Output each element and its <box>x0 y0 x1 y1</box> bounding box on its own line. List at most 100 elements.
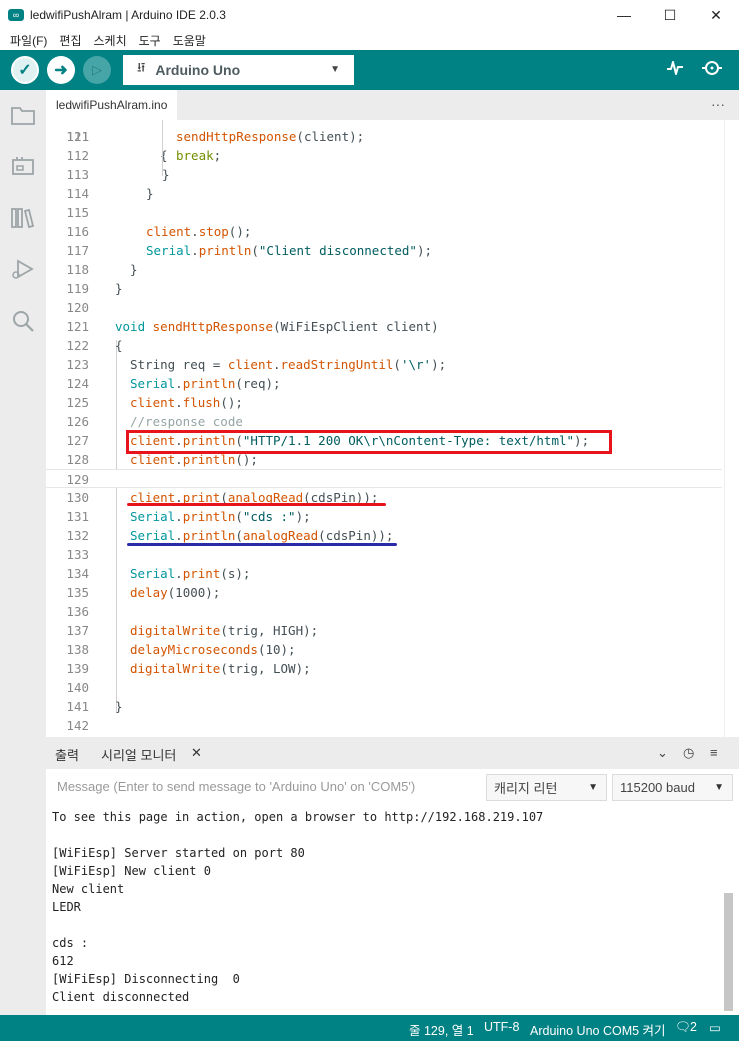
line-number: 129 <box>66 472 89 487</box>
menu-tools[interactable]: 도구 <box>133 32 167 49</box>
activity-sidebar <box>0 90 46 1015</box>
chevron-double-down-icon[interactable]: ⌄ <box>657 745 668 761</box>
code-line: 123 String req = client.readStringUntil('… <box>46 355 722 374</box>
code-text: digitalWrite(trig, HIGH); <box>130 623 319 638</box>
status-bar: 줄 129, 열 1 UTF-8 Arduino Uno COM5 켜기 🗨 2… <box>0 1015 739 1041</box>
blue-underline <box>127 543 397 546</box>
code-text: digitalWrite(trig, LOW); <box>130 661 311 676</box>
serial-line: [WiFiEsp] Server started on port 80 <box>52 846 305 860</box>
line-number: 126 <box>66 414 89 429</box>
line-number: 112 <box>66 148 89 163</box>
serial-plotter-icon[interactable] <box>665 58 685 83</box>
code-line: 125 client.flush(); <box>46 393 722 412</box>
file-encoding[interactable]: UTF-8 <box>484 1020 519 1034</box>
board-selector[interactable]: ⭿ Arduino Uno ▼ <box>123 55 354 85</box>
line-number: 114 <box>66 186 89 201</box>
maximize-button[interactable]: ☐ <box>647 0 693 30</box>
timestamp-icon[interactable]: ◷ <box>683 745 694 761</box>
editor-scrollbar[interactable] <box>724 120 739 737</box>
code-text: void sendHttpResponse(WiFiEspClient clie… <box>115 319 439 334</box>
tab-serial-monitor[interactable]: 시리얼 모니터 <box>101 745 176 764</box>
code-editor[interactable]: 121 { 111 sendHttpResponse(client); 112 bre… <box>46 120 739 737</box>
line-number: 121 <box>66 319 89 334</box>
minimize-button[interactable]: — <box>601 0 647 30</box>
panel-tab-bar: 출력 시리얼 모니터 ✕ ⌄ ◷ ≡ <box>46 737 739 769</box>
code-line: 118} <box>46 260 722 279</box>
usb-icon: ⭿ <box>137 60 146 75</box>
tab-output[interactable]: 출력 <box>55 745 79 764</box>
title-bar: ∞ ledwifiPushAlram | Arduino IDE 2.0.3 —… <box>0 0 739 30</box>
more-icon[interactable]: ··· <box>711 96 725 112</box>
line-number: 123 <box>66 357 89 372</box>
menu-edit[interactable]: 편집 <box>53 32 87 49</box>
verify-button[interactable]: ✓ <box>11 56 39 84</box>
code-text: } <box>162 167 170 182</box>
code-line: 122 { <box>46 336 722 355</box>
menu-sketch[interactable]: 스케치 <box>88 32 133 49</box>
editor-tab-bar: ledwifiPushAlram.ino ··· <box>46 90 739 120</box>
code-line: 139 digitalWrite(trig, LOW); <box>46 659 722 678</box>
line-ending-select[interactable]: 캐리지 리턴 ▼ <box>486 774 607 801</box>
library-icon[interactable] <box>10 205 36 231</box>
board-status[interactable]: Arduino Uno COM5 켜기 <box>530 1020 666 1039</box>
baud-rate-select[interactable]: 115200 baud ▼ <box>612 774 733 801</box>
chevron-down-icon: ▼ <box>330 64 340 75</box>
close-button[interactable]: ✕ <box>693 0 739 30</box>
cursor-position[interactable]: 줄 129, 열 1 <box>409 1020 474 1039</box>
code-line: 137 digitalWrite(trig, HIGH); <box>46 621 722 640</box>
serial-scrollbar[interactable] <box>724 893 733 1011</box>
code-text: } <box>115 281 123 296</box>
serial-line: cds : <box>52 936 89 950</box>
line-number: 119 <box>66 281 89 296</box>
infinity-icon: ∞ <box>8 9 24 21</box>
tab-sketch-file[interactable]: ledwifiPushAlram.ino <box>46 90 178 120</box>
debug-icon[interactable] <box>10 256 36 282</box>
line-number: 140 <box>66 680 89 695</box>
line-number: 134 <box>66 566 89 581</box>
code-line: 113} <box>46 165 722 184</box>
code-line: 115 <box>46 203 722 222</box>
line-number: 138 <box>66 642 89 657</box>
serial-monitor-icon[interactable] <box>700 58 724 83</box>
clear-output-icon[interactable]: ≡ <box>710 745 718 760</box>
folder-icon[interactable] <box>10 102 36 128</box>
menu-help[interactable]: 도움말 <box>167 32 212 49</box>
close-icon[interactable]: ✕ <box>191 745 202 761</box>
code-line: 116 client.stop(); <box>46 222 722 241</box>
line-number: 120 <box>66 300 89 315</box>
line-number: 117 <box>66 243 89 258</box>
chevron-down-icon: ▼ <box>714 782 724 793</box>
red-highlight-box <box>126 430 612 454</box>
line-number: 113 <box>66 167 89 182</box>
code-line: 126 //response code <box>46 412 722 431</box>
code-line-partial: 121 { <box>46 120 722 163</box>
code-text: Serial.println(req); <box>130 376 281 391</box>
menu-bar: 파일(F) 편집 스케치 도구 도움말 <box>0 30 739 50</box>
code-line: 142 <box>46 716 722 735</box>
code-line: 119} <box>46 279 722 298</box>
serial-line: New client <box>52 882 125 896</box>
arrow-right-icon: ➜ <box>54 62 68 79</box>
code-line: 133 <box>46 545 722 564</box>
message-input[interactable]: Message (Enter to send message to 'Ardui… <box>57 779 415 794</box>
code-line: 136 <box>46 602 722 621</box>
panel-toggle-icon[interactable]: ▭ <box>709 1020 721 1035</box>
code-text: Serial.println("cds :"); <box>130 509 311 524</box>
serial-line: To see this page in action, open a brows… <box>52 810 544 824</box>
line-number: 116 <box>66 224 89 239</box>
menu-file[interactable]: 파일(F) <box>4 32 53 49</box>
notification-icon[interactable]: 🗨 <box>675 1020 691 1035</box>
code-text: } <box>130 262 138 277</box>
upload-button[interactable]: ➜ <box>47 56 75 84</box>
code-line: 134 Serial.print(s); <box>46 564 722 583</box>
serial-line: Client disconnected <box>52 990 190 1004</box>
search-icon[interactable] <box>10 308 36 334</box>
serial-output[interactable]: To see this page in action, open a brows… <box>46 805 739 1015</box>
board-icon[interactable] <box>10 153 36 179</box>
code-line: 141} <box>46 697 722 716</box>
line-number: 135 <box>66 585 89 600</box>
serial-line: LEDR <box>52 900 81 914</box>
chevron-down-icon: ▼ <box>588 782 598 793</box>
debug-button[interactable]: ▷ <box>83 56 111 84</box>
notification-count[interactable]: 2 <box>690 1020 697 1034</box>
